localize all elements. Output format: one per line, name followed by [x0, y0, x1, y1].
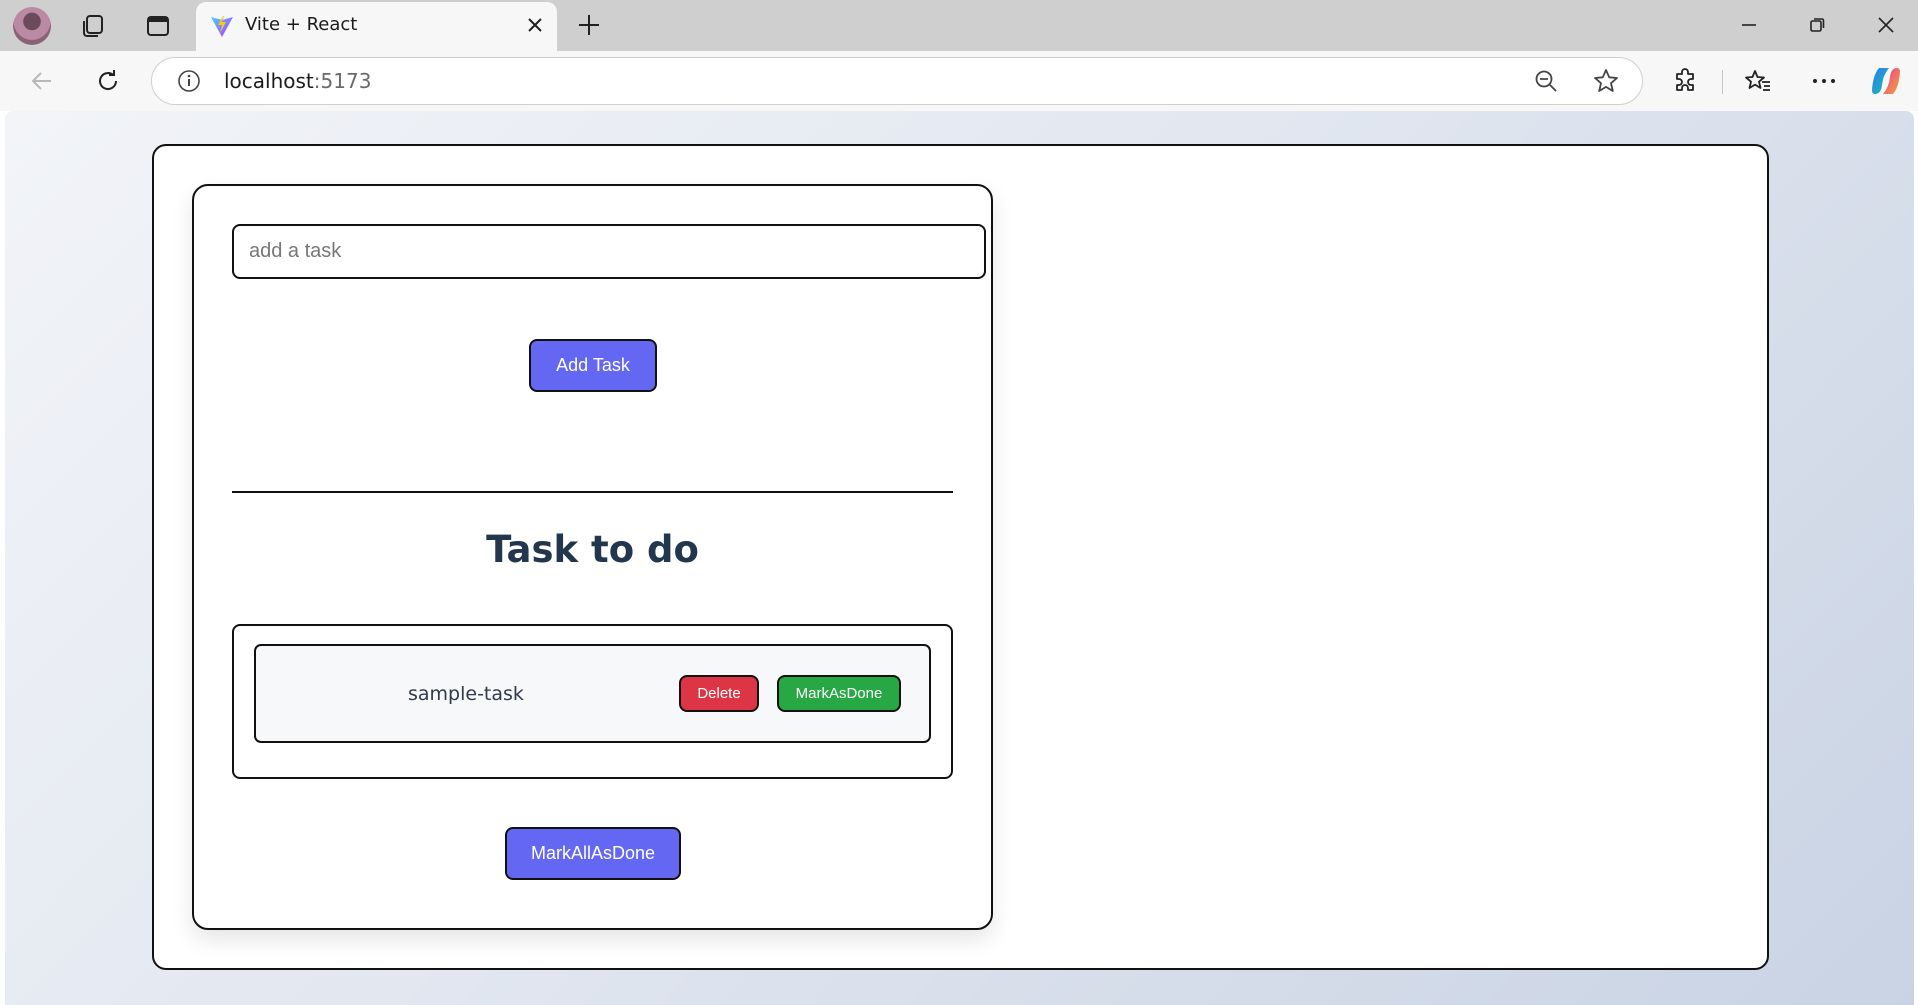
star-icon[interactable] — [1588, 63, 1624, 99]
profile-avatar[interactable] — [13, 7, 51, 45]
reload-icon[interactable] — [90, 63, 126, 99]
delete-task-button[interactable]: Delete — [679, 675, 759, 712]
restore-icon[interactable] — [1797, 8, 1837, 42]
new-tab-icon[interactable] — [572, 8, 606, 42]
window-close-icon[interactable] — [1866, 8, 1906, 42]
url-text[interactable]: localhost:5173 — [224, 69, 371, 93]
url-host: localhost — [224, 69, 314, 93]
site-info-icon[interactable] — [172, 64, 206, 98]
favorites-icon[interactable] — [1740, 63, 1776, 99]
minimize-icon[interactable] — [1729, 8, 1769, 42]
more-icon[interactable] — [1806, 63, 1842, 99]
zoom-out-icon[interactable] — [1528, 63, 1564, 99]
copilot-icon[interactable] — [1868, 63, 1904, 99]
address-bar[interactable] — [151, 57, 1643, 105]
extensions-icon[interactable] — [1667, 63, 1703, 99]
mark-as-done-button[interactable]: MarkAsDone — [777, 675, 901, 712]
task-name: sample-task — [408, 683, 524, 705]
url-port: :5173 — [313, 69, 372, 93]
add-task-button[interactable]: Add Task — [529, 339, 657, 392]
back-arrow-icon[interactable] — [24, 63, 60, 99]
tab-close-icon[interactable] — [520, 10, 550, 40]
section-divider — [232, 491, 953, 493]
tab-title: Vite + React — [245, 14, 358, 35]
section-title: Task to do — [486, 528, 699, 571]
toolbar-separator — [1722, 70, 1723, 94]
vertical-tabs-icon[interactable] — [140, 8, 176, 44]
vite-icon — [211, 16, 233, 37]
workspaces-icon[interactable] — [76, 8, 112, 44]
add-task-input[interactable] — [232, 224, 986, 279]
mark-all-as-done-button[interactable]: MarkAllAsDone — [505, 827, 681, 880]
